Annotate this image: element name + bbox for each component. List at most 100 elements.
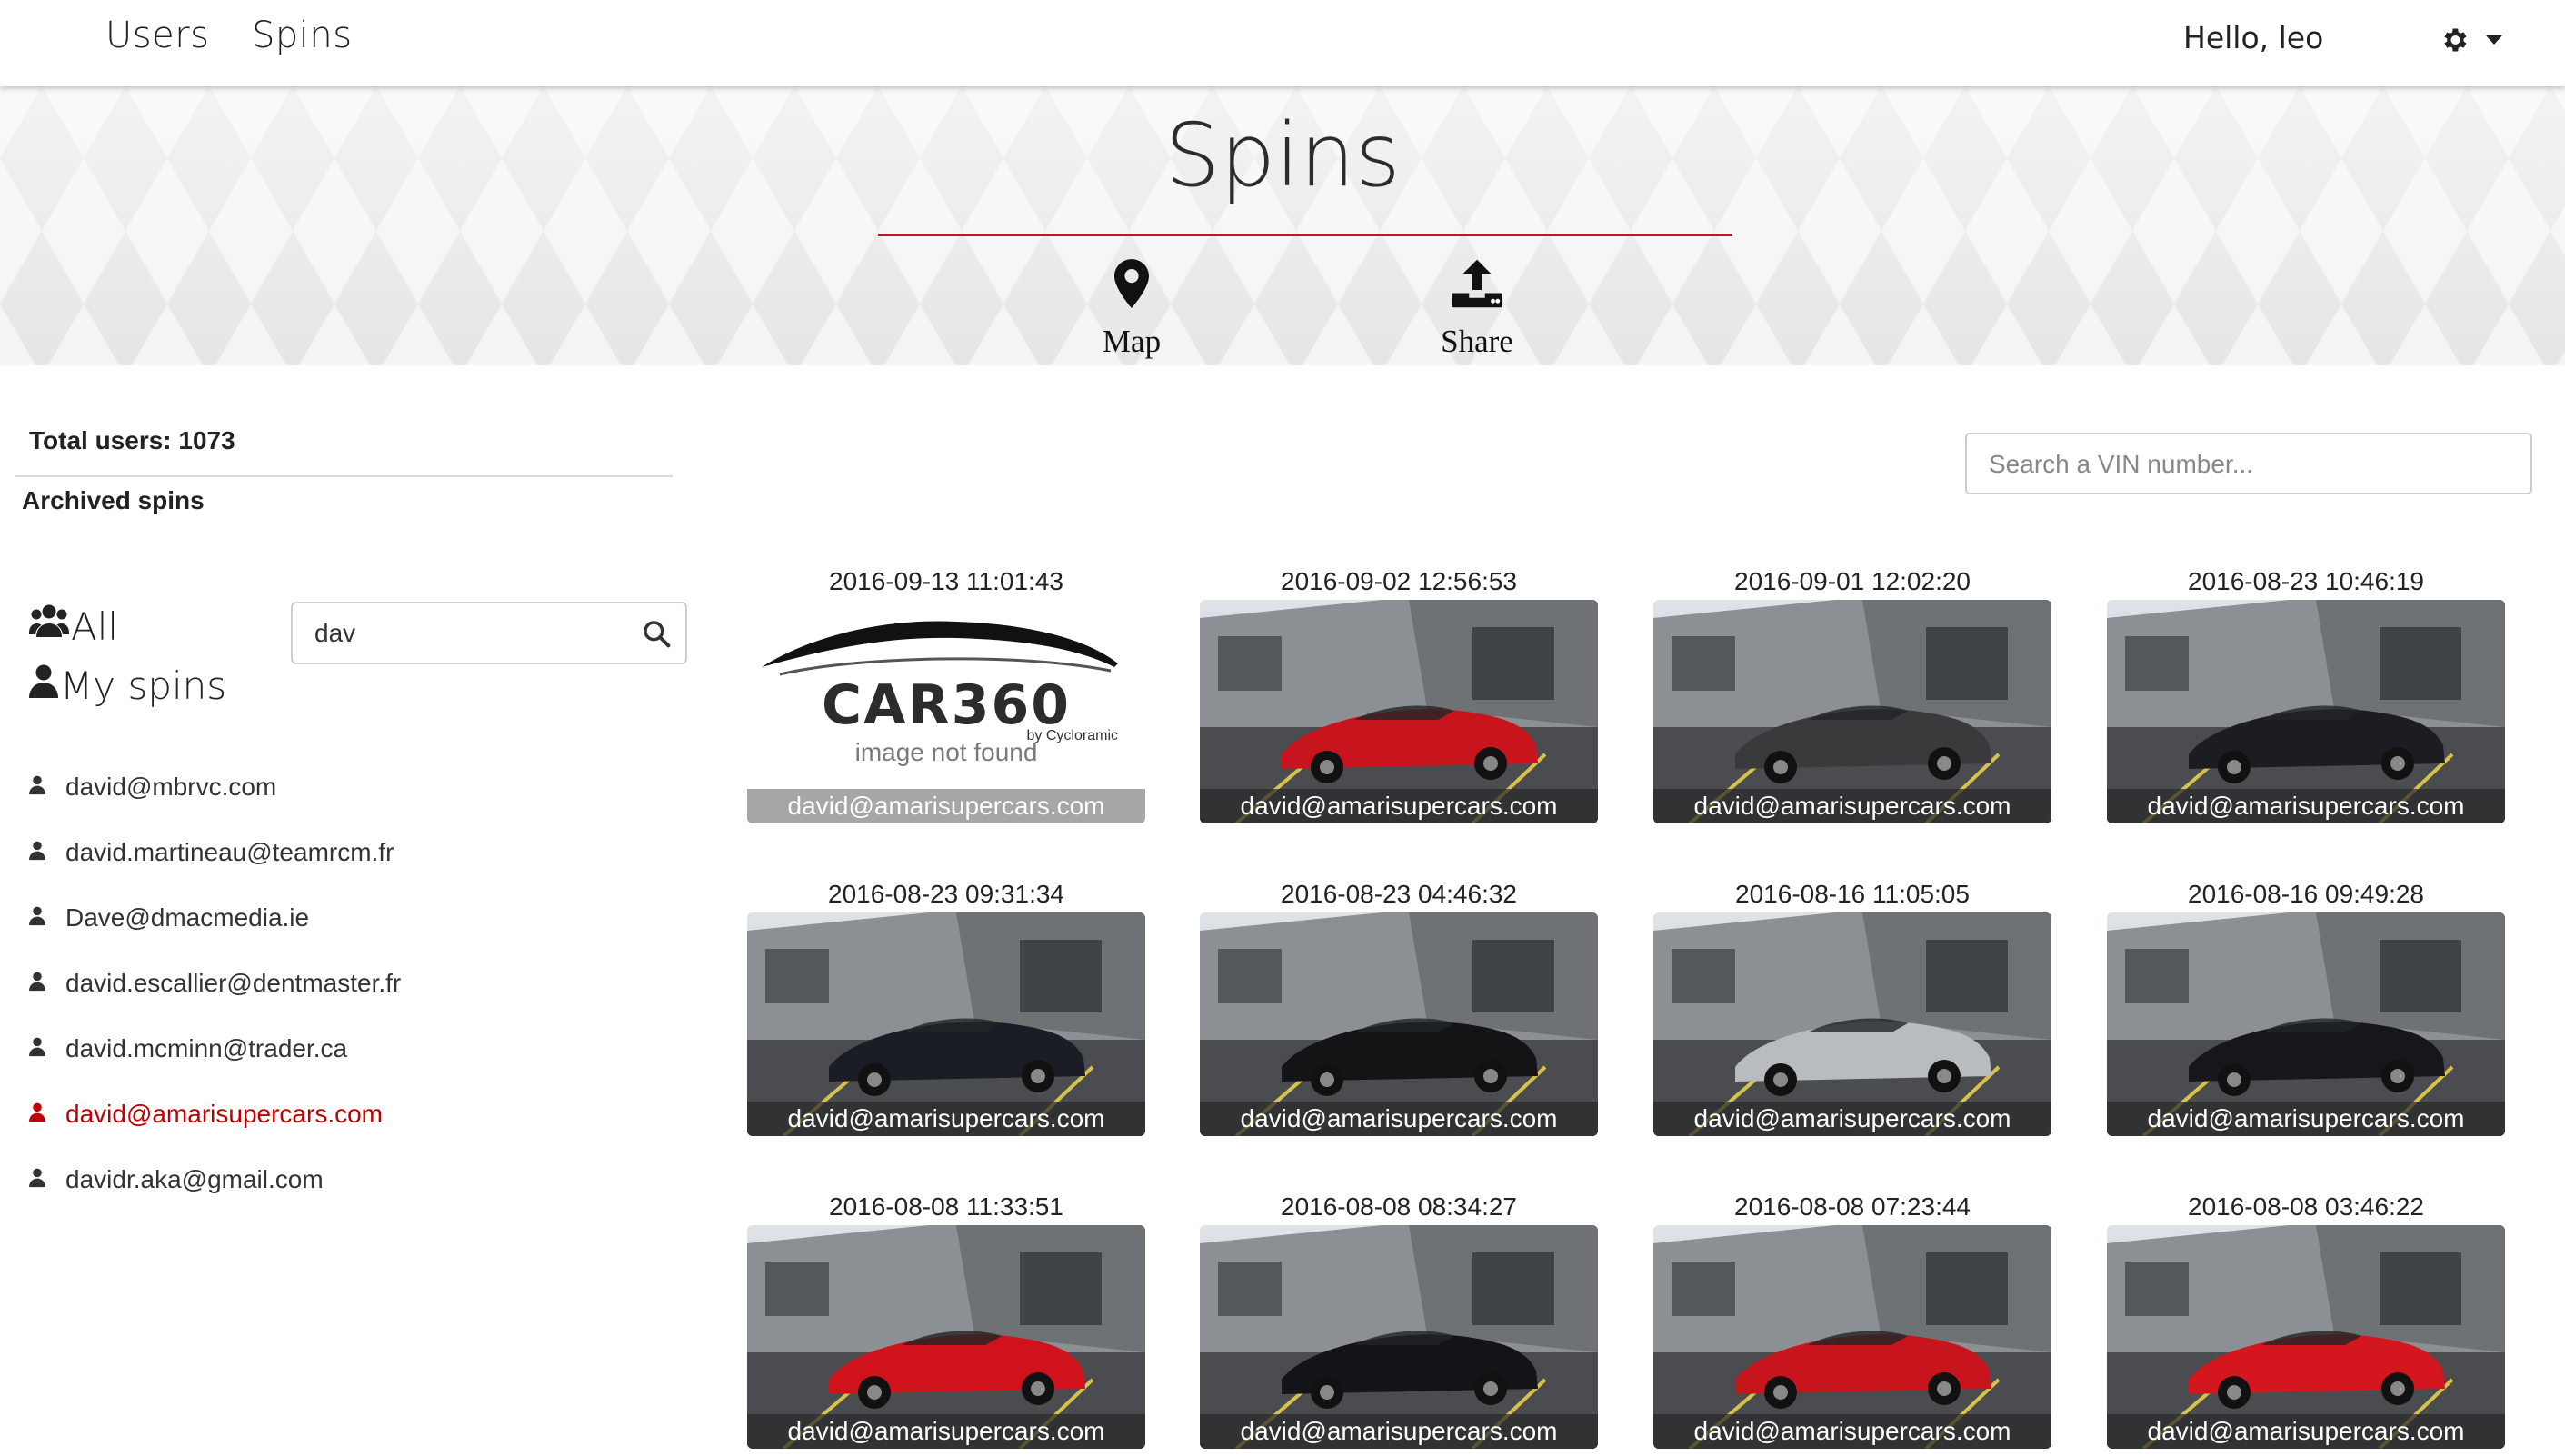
spin-thumbnail: david@amarisupercars.com xyxy=(2107,1225,2505,1449)
user-icon xyxy=(29,773,65,802)
spin-thumbnail: david@amarisupercars.com xyxy=(2107,912,2505,1136)
user-icon xyxy=(29,838,65,867)
map-marker-icon xyxy=(1114,259,1149,313)
user-list-item[interactable]: david@mbrvc.com xyxy=(29,754,401,820)
spin-thumbnail: david@amarisupercars.com xyxy=(1653,912,2051,1136)
spin-date: 2016-08-08 03:46:22 xyxy=(2188,1192,2424,1221)
spin-date: 2016-08-16 11:05:05 xyxy=(1735,880,1970,908)
user-icon xyxy=(29,1034,65,1063)
spin-date: 2016-08-23 04:46:32 xyxy=(1281,880,1517,908)
user-search-box xyxy=(291,602,687,664)
spin-card[interactable]: 2016-08-23 04:46:32 david@amarisupercars.… xyxy=(1200,880,1598,1143)
spin-card[interactable]: 2016-08-08 07:23:44 david@amarisupercars.… xyxy=(1653,1192,2051,1456)
image-not-found-text: image not found xyxy=(854,738,1038,766)
spin-card[interactable]: 2016-08-16 09:49:28 david@amarisupercars.… xyxy=(2107,880,2505,1143)
spin-date: 2016-08-08 08:34:27 xyxy=(1281,1192,1517,1221)
page-header-band: Spins Map Share xyxy=(0,86,2565,365)
nav-spins-link[interactable]: Spins xyxy=(252,15,353,56)
user-email: davidr.aka@gmail.com xyxy=(65,1165,324,1193)
spin-date: 2016-09-01 12:02:20 xyxy=(1734,567,1971,595)
map-button[interactable]: Map xyxy=(1045,254,1218,360)
spin-thumbnail: david@amarisupercars.com xyxy=(1200,912,1598,1136)
gear-icon xyxy=(2439,25,2470,55)
upload-icon xyxy=(1452,259,1502,313)
user-icon xyxy=(29,903,65,932)
chevron-down-icon xyxy=(2486,35,2502,45)
user-email: david@mbrvc.com xyxy=(65,773,277,801)
user-icon xyxy=(29,1100,65,1129)
spin-thumbnail: david@amarisupercars.com xyxy=(1653,1225,2051,1449)
spin-card[interactable]: 2016-08-16 11:05:05 david@amarisupercars.… xyxy=(1653,880,2051,1143)
spin-date: 2016-08-08 07:23:44 xyxy=(1734,1192,1971,1221)
spin-owner: david@amarisupercars.com xyxy=(747,1414,1145,1449)
spin-card[interactable]: 2016-09-13 11:01:43 CAR360 by Cycloramic… xyxy=(747,567,1145,831)
spin-card[interactable]: 2016-08-08 11:33:51 david@amarisupercars.… xyxy=(747,1192,1145,1456)
user-greeting: Hello, leo xyxy=(2183,20,2324,55)
filter-my-spins-label: My spins xyxy=(60,663,227,708)
spin-date: 2016-08-23 10:46:19 xyxy=(2188,567,2424,595)
user-email: david.mcminn@trader.ca xyxy=(65,1034,348,1062)
spin-owner: david@amarisupercars.com xyxy=(1200,789,1598,823)
total-users-count: Total users: 1073 xyxy=(29,426,235,454)
spin-thumbnail: david@amarisupercars.com xyxy=(1200,1225,1598,1449)
filter-my-spins[interactable]: My spins xyxy=(29,663,226,708)
spin-date: 2016-09-02 12:56:53 xyxy=(1281,567,1517,595)
filter-all[interactable]: All xyxy=(29,603,118,649)
user-icon xyxy=(29,663,60,708)
spin-owner: david@amarisupercars.com xyxy=(1200,1414,1598,1449)
vin-search-input[interactable] xyxy=(1989,447,2507,482)
spin-card[interactable]: 2016-08-08 08:34:27 david@amarisupercars.… xyxy=(1200,1192,1598,1456)
spin-card[interactable]: 2016-08-08 03:46:22 david@amarisupercars.… xyxy=(2107,1192,2505,1456)
top-navbar: Users Spins Hello, leo xyxy=(0,0,2565,86)
share-button[interactable]: Share xyxy=(1391,254,1563,360)
user-email: Dave@dmacmedia.ie xyxy=(65,903,310,932)
spin-date: 2016-08-08 11:33:51 xyxy=(829,1192,1063,1221)
user-email: david.escallier@dentmaster.fr xyxy=(65,969,402,997)
spin-owner: david@amarisupercars.com xyxy=(1653,789,2051,823)
user-list-item-active[interactable]: david@amarisupercars.com xyxy=(29,1082,401,1147)
spin-card[interactable]: 2016-08-23 10:46:19 david@amarisupercars.… xyxy=(2107,567,2505,831)
user-list-item[interactable]: davidr.aka@gmail.com xyxy=(29,1147,401,1212)
sidebar-divider xyxy=(15,475,673,477)
spin-owner: david@amarisupercars.com xyxy=(747,1102,1145,1136)
settings-menu-button[interactable] xyxy=(2439,18,2511,62)
spin-owner: david@amarisupercars.com xyxy=(2107,1414,2505,1449)
title-divider xyxy=(878,234,1732,236)
spin-date: 2016-08-23 09:31:34 xyxy=(828,880,1064,908)
user-list-item[interactable]: david.martineau@teamrcm.fr xyxy=(29,820,401,885)
spin-card[interactable]: 2016-09-02 12:56:53 david@amarisupercars.… xyxy=(1200,567,1598,831)
spin-owner: david@amarisupercars.com xyxy=(1200,1102,1598,1136)
user-search-input[interactable] xyxy=(314,616,624,651)
spin-thumbnail: david@amarisupercars.com xyxy=(2107,600,2505,823)
spin-date: 2016-09-13 11:01:43 xyxy=(829,567,1063,595)
filter-all-label: All xyxy=(71,603,119,649)
page-title: Spins xyxy=(1164,105,1401,206)
spin-owner: david@amarisupercars.com xyxy=(1653,1102,2051,1136)
spin-thumbnail: david@amarisupercars.com xyxy=(1653,600,2051,823)
spin-card[interactable]: 2016-08-23 09:31:34 david@amarisupercars.… xyxy=(747,880,1145,1143)
spin-date: 2016-08-16 09:49:28 xyxy=(2188,880,2424,908)
spin-thumbnail: david@amarisupercars.com xyxy=(747,1225,1145,1449)
user-list: david@mbrvc.com david.martineau@teamrcm.… xyxy=(29,754,401,1212)
spin-thumbnail: david@amarisupercars.com xyxy=(747,912,1145,1136)
nav-users-link[interactable]: Users xyxy=(105,15,210,56)
user-list-item[interactable]: david.escallier@dentmaster.fr xyxy=(29,951,401,1016)
user-email: david.martineau@teamrcm.fr xyxy=(65,838,394,866)
user-icon xyxy=(29,969,65,998)
user-list-item[interactable]: david.mcminn@trader.ca xyxy=(29,1016,401,1082)
vin-search-box xyxy=(1965,433,2532,494)
spin-owner: david@amarisupercars.com xyxy=(2107,789,2505,823)
spin-thumbnail: david@amarisupercars.com xyxy=(1200,600,1598,823)
spin-card[interactable]: 2016-09-01 12:02:20 david@amarisupercars.… xyxy=(1653,567,2051,831)
spin-owner: david@amarisupercars.com xyxy=(2107,1102,2505,1136)
user-list-item[interactable]: Dave@dmacmedia.ie xyxy=(29,885,401,951)
user-icon xyxy=(29,1165,65,1194)
users-icon xyxy=(29,603,71,649)
map-label: Map xyxy=(1102,324,1162,359)
archived-spins-link[interactable]: Archived spins xyxy=(22,486,205,515)
search-icon[interactable] xyxy=(642,619,671,653)
spin-owner: david@amarisupercars.com xyxy=(1653,1414,2051,1449)
user-email: david@amarisupercars.com xyxy=(65,1100,383,1128)
share-label: Share xyxy=(1441,324,1513,359)
spin-thumbnail: CAR360 by Cycloramic image not found dav… xyxy=(747,600,1145,823)
